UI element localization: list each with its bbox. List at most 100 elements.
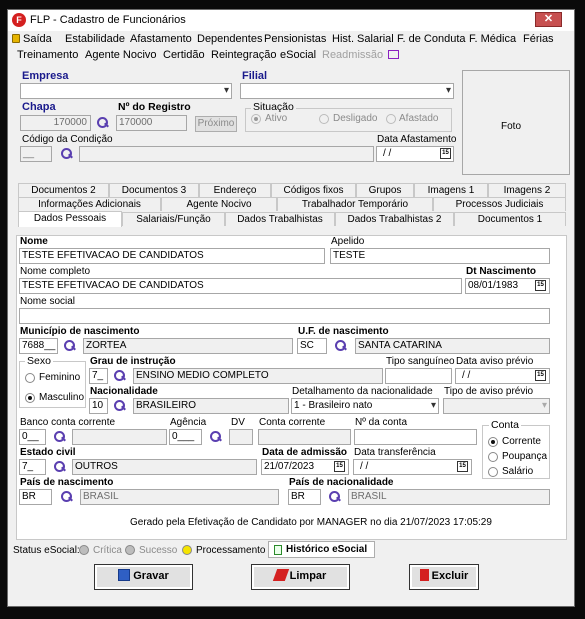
calendar-icon[interactable]: 15 <box>535 370 546 381</box>
chapa-input[interactable]: 170000 <box>20 115 91 131</box>
menu-reintegracao[interactable]: Reintegração <box>211 49 276 61</box>
data-transferencia-label: Data transferência <box>354 447 436 458</box>
apelido-input[interactable]: TESTE <box>330 248 550 264</box>
tab-salariais-funcao[interactable]: Salariais/Função <box>122 212 225 226</box>
grau-search-icon[interactable] <box>113 369 126 382</box>
situacao-afastado-radio[interactable] <box>386 114 396 124</box>
menu-treinamento[interactable]: Treinamento <box>17 49 78 61</box>
pais-nascimento-search-icon[interactable] <box>60 490 73 503</box>
estado-civil-label: Estado civil <box>20 447 76 458</box>
tab-documentos-2[interactable]: Documentos 2 <box>18 183 109 197</box>
chapa-label: Chapa <box>22 101 56 113</box>
empresa-select[interactable] <box>20 83 232 99</box>
municipio-name: ZORTEA <box>83 338 293 354</box>
excluir-button[interactable]: Excluir <box>409 564 479 590</box>
tab-grupos[interactable]: Grupos <box>356 183 414 197</box>
municipio-search-icon[interactable] <box>63 339 76 352</box>
estado-civil-search-icon[interactable] <box>53 460 66 473</box>
tab-documentos-3[interactable]: Documentos 3 <box>109 183 199 197</box>
n-conta-input[interactable] <box>354 429 477 445</box>
tab-codigos-fixos[interactable]: Códigos fixos <box>271 183 356 197</box>
situacao-ativo-radio[interactable] <box>251 114 261 124</box>
menu-ferias[interactable]: Férias <box>523 33 554 45</box>
tab-dados-trabalhistas-2[interactable]: Dados Trabalhistas 2 <box>335 212 454 226</box>
data-afastamento-label: Data Afastamento <box>377 134 457 145</box>
grau-code-input[interactable]: 7_ <box>89 368 108 384</box>
close-button[interactable]: ✕ <box>535 12 562 27</box>
tipo-aviso-select[interactable] <box>443 398 550 414</box>
proximo-button[interactable]: Próximo <box>195 116 237 132</box>
chapa-search-icon[interactable] <box>96 116 109 129</box>
pais-nacionalidade-search-icon[interactable] <box>328 490 341 503</box>
nacionalidade-search-icon[interactable] <box>113 399 126 412</box>
tipo-sanguineo-input[interactable] <box>385 368 452 384</box>
tab-dados-trabalhistas[interactable]: Dados Trabalhistas <box>225 212 335 226</box>
pais-nascimento-code-input[interactable]: BR <box>19 489 52 505</box>
tab-agente-nocivo[interactable]: Agente Nocivo <box>161 197 277 211</box>
sexo-feminino-radio[interactable] <box>25 373 35 383</box>
tab-imagens-2[interactable]: Imagens 2 <box>488 183 566 197</box>
menu-afastamento[interactable]: Afastamento <box>130 33 192 45</box>
menu-esocial[interactable]: eSocial <box>280 49 316 61</box>
menu-readmissao[interactable]: Readmissão <box>322 49 400 61</box>
agencia-code-input[interactable]: 0___ <box>169 429 202 445</box>
banco-code-input[interactable]: 0__ <box>19 429 46 445</box>
agencia-search-icon[interactable] <box>209 430 222 443</box>
tab-trabalhador-temporario[interactable]: Trabalhador Temporário <box>277 197 433 211</box>
limpar-button[interactable]: Limpar <box>251 564 350 590</box>
dv-input[interactable] <box>229 429 253 445</box>
conta-corrente-radio[interactable] <box>488 437 498 447</box>
menu-certidao[interactable]: Certidão <box>163 49 205 61</box>
data-transferencia-input[interactable]: / / <box>353 459 472 475</box>
menu-f-de-conduta[interactable]: F. de Conduta <box>397 33 466 45</box>
tipo-aviso-label: Tipo de aviso prévio <box>444 386 534 397</box>
menu-agente-nocivo[interactable]: Agente Nocivo <box>85 49 157 61</box>
menu-pensionistas[interactable]: Pensionistas <box>264 33 326 45</box>
conta-corrente-radio-label: Corrente <box>502 436 541 447</box>
uf-search-icon[interactable] <box>334 339 347 352</box>
estado-civil-code-input[interactable]: 7_ <box>19 459 46 475</box>
conta-poupanca-radio[interactable] <box>488 452 498 462</box>
tab-informacoes-adicionais[interactable]: Informações Adicionais <box>18 197 161 211</box>
gravar-button[interactable]: Gravar <box>94 564 193 590</box>
filial-select[interactable] <box>240 83 454 99</box>
cod-condicao-input[interactable]: __ <box>20 146 52 162</box>
tab-imagens-1[interactable]: Imagens 1 <box>414 183 488 197</box>
historico-esocial-button[interactable]: Histórico eSocial <box>268 541 375 558</box>
menu-f-medica[interactable]: F. Médica <box>469 33 516 45</box>
tab-processos-judiciais[interactable]: Processos Judiciais <box>433 197 566 211</box>
registro-input[interactable]: 170000 <box>116 115 187 131</box>
detalhamento-label: Detalhamento da nacionalidade <box>292 386 433 397</box>
nome-social-input[interactable] <box>19 308 550 324</box>
cod-condicao-search-icon[interactable] <box>60 147 73 160</box>
conta-corrente-input[interactable] <box>258 429 351 445</box>
nacionalidade-code-input[interactable]: 10 <box>89 398 108 414</box>
menu-estabilidade[interactable]: Estabilidade <box>65 33 125 45</box>
calendar-icon[interactable]: 15 <box>334 461 345 472</box>
nome-input[interactable]: TESTE EFETIVACAO DE CANDIDATOS <box>19 248 325 264</box>
uf-code-input[interactable]: SC <box>297 338 327 354</box>
sexo-masculino-radio[interactable] <box>25 393 35 403</box>
estado-civil-name: OUTROS <box>72 459 257 475</box>
calendar-icon[interactable]: 15 <box>535 280 546 291</box>
tab-endereco[interactable]: Endereço <box>199 183 271 197</box>
tab-documentos-1[interactable]: Documentos 1 <box>454 212 566 226</box>
nacionalidade-name: BRASILEIRO <box>133 398 289 414</box>
nome-completo-input[interactable]: TESTE EFETIVACAO DE CANDIDATOS <box>19 278 462 294</box>
pais-nacionalidade-code-input[interactable]: BR <box>288 489 321 505</box>
banco-search-icon[interactable] <box>53 430 66 443</box>
menu-saida[interactable]: Saída <box>12 33 52 45</box>
photo-box[interactable]: Foto <box>462 70 570 175</box>
conta-label: Conta <box>489 419 522 431</box>
tab-dados-pessoais[interactable]: Dados Pessoais <box>18 211 122 227</box>
conta-salario-radio[interactable] <box>488 467 498 477</box>
municipio-code-input[interactable]: 7688__ <box>19 338 58 354</box>
calendar-icon[interactable]: 15 <box>440 148 451 159</box>
situacao-desligado-radio[interactable] <box>319 114 329 124</box>
menu-dependentes[interactable]: Dependentes <box>197 33 262 45</box>
detalhamento-select[interactable]: 1 - Brasileiro nato <box>291 398 439 414</box>
tipo-sanguineo-label: Tipo sanguíneo <box>386 356 455 367</box>
menu-hist-salarial[interactable]: Hist. Salarial <box>332 33 394 45</box>
document-icon <box>274 545 282 555</box>
calendar-icon[interactable]: 15 <box>457 461 468 472</box>
